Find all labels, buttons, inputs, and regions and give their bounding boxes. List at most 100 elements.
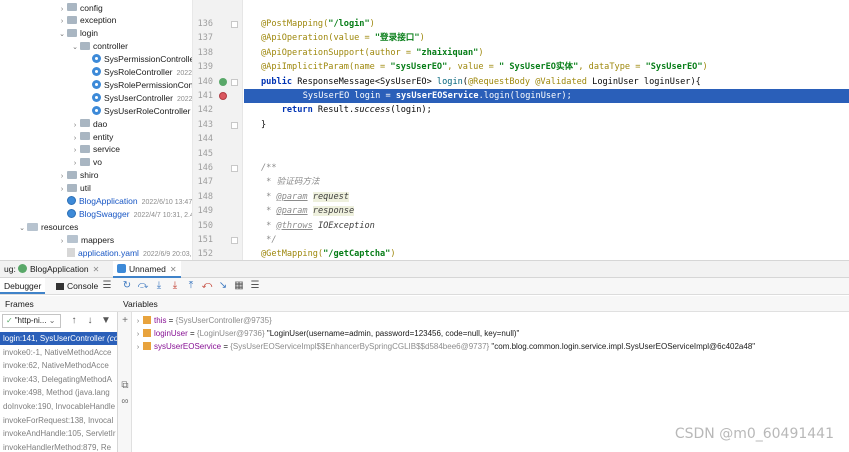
chevron-down-icon[interactable]: ⌄ [70,41,80,54]
line-number[interactable]: 147 [193,175,213,189]
line-number[interactable]: 142 [193,103,213,117]
tree-item[interactable]: › service [70,143,120,156]
tree-item[interactable]: › vo [70,156,102,169]
tree-item[interactable]: application.yaml2022/6/9 20:03, 1.05 K [57,247,192,260]
filter-icon[interactable]: ▼ [100,314,112,328]
code-line[interactable]: * @param response [261,204,355,218]
line-number[interactable]: 143 [193,118,213,132]
line-number[interactable]: 150 [193,219,213,233]
tree-item[interactable]: ⌄ login [57,27,98,40]
chevron-right-icon[interactable]: › [133,341,143,354]
chevron-down-icon[interactable]: ⌄ [17,222,27,235]
code-line[interactable]: @GetMapping("/getCaptcha") [261,247,396,260]
fold-marker-icon[interactable] [231,237,238,244]
line-number[interactable]: 138 [193,46,213,60]
show-execution-point-icon[interactable]: ↻ [121,280,133,292]
code-line[interactable]: @PostMapping("/login") [261,17,375,31]
code-line[interactable]: @ApiOperation(value = "登录接口") [261,31,425,45]
layout-menu-icon[interactable]: ☰ [101,280,113,292]
thread-dropdown[interactable]: ✓ "http-ni... ⌄ [2,314,61,328]
code-line[interactable]: * @param request [261,190,349,204]
stack-frame[interactable]: login:141, SysUserController (com.blog.c… [0,332,117,345]
stack-frame[interactable]: doInvoke:190, InvocableHandle [0,400,117,413]
tree-item[interactable]: › shiro [57,169,99,182]
run-gutter-icon[interactable] [219,77,227,86]
code-line[interactable]: @ApiImplicitParam(name = "sysUserEO", va… [261,60,708,74]
line-number[interactable]: 140 [193,75,213,89]
force-step-into-icon[interactable]: ⤓ [169,280,181,292]
tree-item[interactable]: SysPermissionController [82,53,192,66]
variable-row[interactable]: › sysUserEOService = {SysUserEOServiceImp… [133,340,755,353]
editor-gutter[interactable]: 136 137 138 139 140 141 142 143 144 145 146 147 148 1… [193,0,243,260]
line-number[interactable]: 145 [193,147,213,161]
view-icon[interactable]: ∞ [119,396,131,408]
copy-icon[interactable]: ⧉ [119,380,131,392]
line-number[interactable]: 141 [193,89,213,103]
tab-console[interactable]: Console [52,278,102,294]
tree-item[interactable]: › util [57,182,91,195]
stack-frame[interactable]: invoke0:-1, NativeMethodAcce [0,346,117,359]
stack-frame[interactable]: invokeHandlerMethod:879, Re [0,441,117,452]
code-line[interactable]: /** [261,161,277,175]
tab-debugger[interactable]: Debugger [0,278,46,294]
execution-line[interactable]: SysUserEO login = sysUserEOService.login… [244,89,849,104]
drop-frame-icon[interactable]: ⤺ [201,280,213,292]
step-into-icon[interactable]: ⤓ [153,280,165,292]
line-number[interactable]: 136 [193,17,213,31]
code-editor[interactable]: @PostMapping("/login") @ApiOperation(valu… [244,0,849,260]
trace-icon[interactable]: ☰ [249,280,261,292]
stack-frame[interactable]: invokeForRequest:138, Invocal [0,414,117,427]
code-line[interactable]: } [261,118,266,132]
tree-item[interactable]: › config [57,2,103,15]
frames-panel[interactable]: ✓ "http-ni... ⌄ ↑ ↓ ▼ login:141, SysUserC… [0,312,118,452]
line-number[interactable]: 148 [193,190,213,204]
tree-item[interactable]: › entity [70,131,114,144]
stack-frame[interactable]: invoke:43, DelegatingMethodA [0,373,117,386]
tree-item[interactable]: ⌄ resources [17,221,78,234]
fold-marker-icon[interactable] [231,21,238,28]
tab-unnamed[interactable]: Unnamed ✕ [113,261,181,278]
tree-item[interactable]: › dao [70,118,107,131]
code-line[interactable]: return Result.success(login); [261,103,432,117]
step-out-icon[interactable]: ⤒ [185,280,197,292]
fold-marker-icon[interactable] [231,78,238,86]
evaluate-expression-icon[interactable]: ▦ [233,280,245,292]
variable-row[interactable]: › loginUser = {LoginUser@9736} "LoginUser… [133,327,519,340]
breakpoint-icon[interactable] [219,92,227,100]
stack-frame[interactable]: invokeAndHandle:105, ServletIr [0,427,117,440]
tree-item[interactable]: BlogSwagger2022/4/7 10:31, 2.47 K [57,208,192,221]
close-icon[interactable]: ✕ [93,265,100,274]
tree-item[interactable]: › exception [57,14,117,27]
step-over-icon[interactable]: ⤼ [137,280,149,292]
project-tree[interactable]: › config › exception ⌄ login ⌄ controller SysPer… [0,0,193,260]
code-line[interactable]: public ResponseMessage<SysUserEO> login(… [261,75,701,89]
line-number[interactable]: 139 [193,60,213,74]
tree-item[interactable]: SysRolePermissionController [82,79,192,92]
tree-item[interactable]: ⌄ controller [70,40,128,53]
line-number[interactable]: 149 [193,204,213,218]
fold-marker-icon[interactable] [231,165,238,172]
close-icon[interactable]: ✕ [170,265,177,274]
tree-item[interactable]: › mappers [57,234,114,247]
tree-item[interactable]: BlogApplication2022/6/10 13:47, 7 [57,195,192,208]
code-line[interactable]: @ApiOperationSupport(author = "zhaixiqua… [261,46,484,60]
tree-item[interactable]: SysUserRoleController [82,105,190,118]
variable-row[interactable]: › this = {SysUserController@9735} [133,314,272,327]
tab-blog-application[interactable]: BlogApplication ✕ [14,261,103,278]
line-number[interactable]: 144 [193,132,213,146]
tree-item[interactable]: SysRoleController 2022 [82,66,192,79]
code-line[interactable]: */ [261,233,276,247]
stack-frame[interactable]: invoke:62, NativeMethodAcce [0,359,117,372]
line-number[interactable]: 151 [193,233,213,247]
frame-up-icon[interactable]: ↑ [68,314,80,328]
chevron-down-icon[interactable]: ⌄ [57,28,67,41]
code-line[interactable]: * 验证码方法 [261,175,319,189]
line-number[interactable]: 137 [193,31,213,45]
run-to-cursor-icon[interactable]: ↘ [217,280,229,292]
add-watch-icon[interactable]: + [119,315,131,327]
code-line[interactable]: * @throws IOException [261,219,375,233]
stack-frame[interactable]: invoke:498, Method (java.lang [0,386,117,399]
tree-item[interactable]: SysUserController 2022 [82,92,192,105]
fold-marker-icon[interactable] [231,121,238,129]
line-number[interactable]: 146 [193,161,213,175]
